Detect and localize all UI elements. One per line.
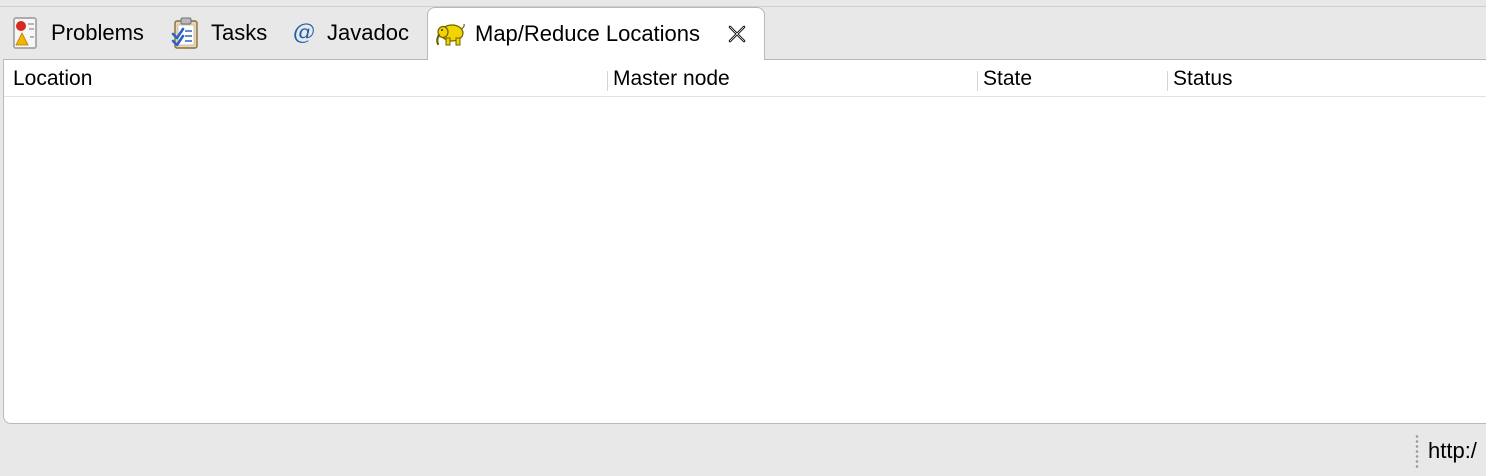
- tab-mapreduce-label: Map/Reduce Locations: [475, 21, 701, 46]
- tab-problems-label: Problems: [51, 20, 144, 45]
- status-bar: http:/: [0, 424, 1486, 476]
- tab-mapreduce-locations[interactable]: Map/Reduce Locations: [427, 7, 765, 60]
- column-header-state[interactable]: State: [977, 66, 1032, 92]
- close-icon[interactable]: [726, 23, 748, 45]
- column-header-status[interactable]: Status: [1167, 66, 1233, 92]
- column-header-location[interactable]: Location: [7, 66, 92, 92]
- eclipse-view-container: Problems Tasks @ Javadoc Map/Reduce Loca…: [0, 0, 1486, 476]
- tab-tasks[interactable]: Tasks: [170, 7, 267, 59]
- problems-icon: [10, 17, 42, 49]
- status-grip-handle[interactable]: [1415, 434, 1419, 468]
- javadoc-at-icon: @: [293, 20, 315, 45]
- hadoop-elephant-icon: [434, 18, 466, 50]
- status-bar-text: http:/: [1428, 438, 1477, 463]
- tasks-icon: [170, 17, 202, 49]
- tab-tasks-label: Tasks: [211, 20, 268, 45]
- tab-problems[interactable]: Problems: [10, 7, 144, 59]
- column-header-master-node[interactable]: Master node: [607, 66, 730, 92]
- mapreduce-locations-view: Location Master node State Status: [3, 59, 1486, 424]
- table-header: Location Master node State Status: [4, 60, 1486, 97]
- table-body-empty[interactable]: [4, 97, 1486, 423]
- tab-javadoc-label: Javadoc: [327, 20, 409, 45]
- tab-javadoc[interactable]: @ Javadoc: [290, 7, 409, 59]
- view-tab-bar: Problems Tasks @ Javadoc Map/Reduce Loca…: [0, 7, 1486, 60]
